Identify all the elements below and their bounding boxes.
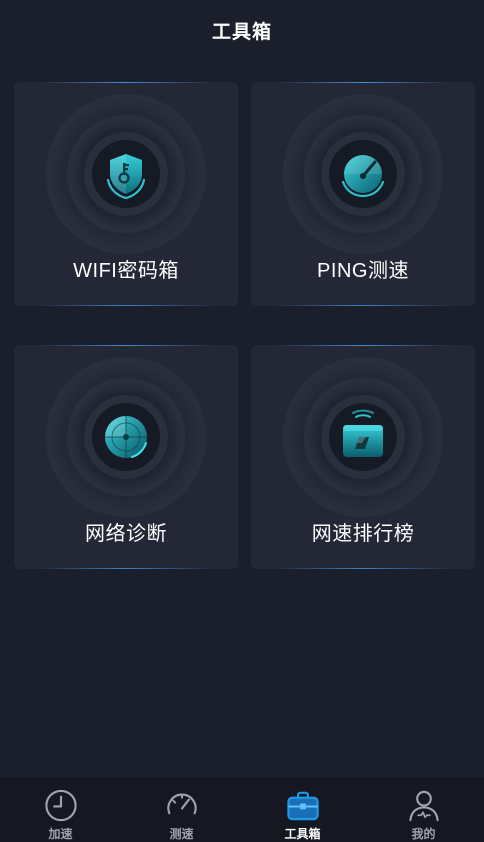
tool-card-ping-test[interactable]: PING测速 (251, 82, 475, 306)
top-bar: 工具箱 (0, 0, 484, 60)
tab-toolbox[interactable]: 工具箱 (242, 777, 363, 842)
user-icon (408, 790, 439, 822)
trophy-box-icon (343, 409, 383, 457)
tab-speed-test[interactable]: 测速 (121, 777, 242, 842)
tool-label: WIFI密码箱 (73, 260, 179, 282)
tab-label: 工具箱 (284, 827, 321, 841)
page-title: 工具箱 (211, 21, 272, 43)
shield-key-icon (106, 154, 146, 200)
tab-label: 加速 (48, 827, 73, 841)
speedometer-icon (166, 793, 197, 815)
tab-profile[interactable]: 我的 (363, 777, 484, 842)
tool-card-speed-ranking[interactable]: 网速排行榜 (251, 345, 475, 569)
radar-icon (105, 416, 147, 458)
tab-accelerate[interactable]: 加速 (0, 777, 121, 842)
tab-label: 我的 (411, 827, 436, 841)
clock-icon (44, 789, 77, 822)
speed-gauge-icon (341, 155, 385, 198)
tool-label: PING测速 (317, 260, 409, 282)
tool-label: 网络诊断 (85, 523, 167, 545)
bottom-tab-bar: 加速 测速 工具箱 我的 (0, 777, 484, 842)
tool-label: 网速排行榜 (311, 523, 415, 545)
toolbox-icon (286, 791, 319, 821)
tab-label: 测速 (169, 827, 194, 841)
tool-grid: WIFI密码箱 PING测速 网络诊断 网速排行榜 (14, 82, 475, 570)
tool-card-network-diagnosis[interactable]: 网络诊断 (14, 345, 238, 569)
tool-card-wifi-password[interactable]: WIFI密码箱 (14, 82, 238, 306)
